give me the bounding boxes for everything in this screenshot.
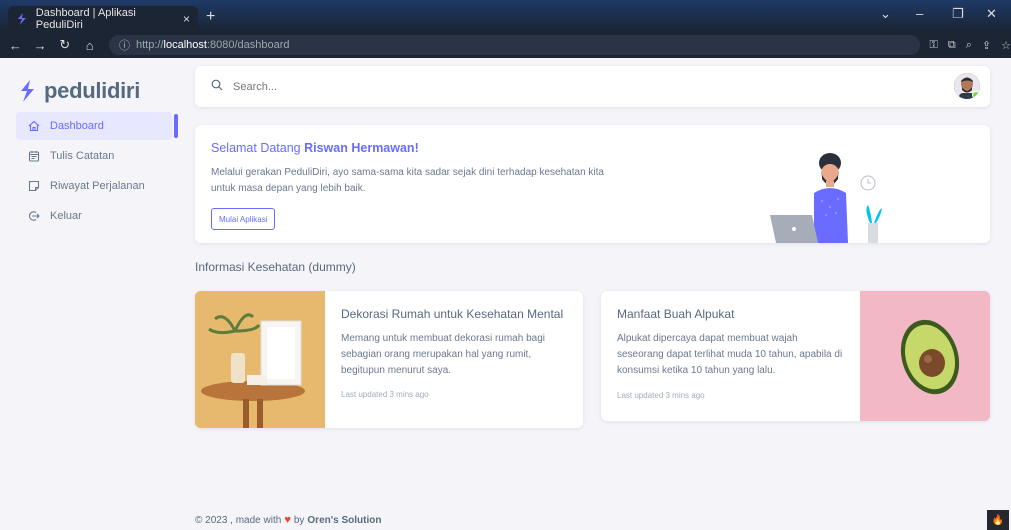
- forward-icon[interactable]: →: [31, 38, 50, 53]
- footer-text: © 2023 , made with: [195, 514, 282, 526]
- sidebar-item-dashboard[interactable]: Dashboard: [16, 112, 172, 140]
- search-icon: [211, 79, 223, 94]
- card-title[interactable]: Manfaat Buah Alpukat: [617, 308, 845, 321]
- sidebar-menu: Dashboard Tulis Catatan Riwayat Perjalan…: [16, 112, 172, 232]
- sidebar-item-label: Keluar: [50, 210, 82, 222]
- home-icon: [28, 120, 40, 132]
- site-info-icon[interactable]: ⓘ: [119, 37, 130, 53]
- card-text: Memang untuk membuat dekorasi rumah bagi…: [341, 333, 545, 376]
- new-tab-button[interactable]: +: [206, 8, 215, 26]
- top-navbar: [195, 66, 990, 107]
- welcome-user-name: Riswan Hermawan!: [304, 141, 419, 155]
- start-app-button[interactable]: Mulai Aplikasi: [211, 208, 276, 230]
- restore-icon[interactable]: ❐: [952, 6, 964, 22]
- section-title: Informasi Kesehatan (dummy): [195, 260, 356, 274]
- bookmark-star-icon[interactable]: ☆: [1001, 39, 1011, 52]
- tab-search-icon[interactable]: ⌄: [880, 6, 891, 22]
- zoom-icon[interactable]: ⌕: [966, 39, 972, 52]
- reload-icon[interactable]: ↻: [56, 37, 75, 53]
- url-path: :8080/dashboard: [206, 39, 290, 51]
- card-image: [860, 291, 990, 421]
- sidebar-item-tulis-catatan[interactable]: Tulis Catatan: [16, 142, 172, 170]
- welcome-text: Melalui gerakan PeduliDiri, ayo sama-sam…: [211, 167, 604, 194]
- footer-by: by: [293, 514, 305, 526]
- browser-tab[interactable]: Dashboard | Aplikasi PeduliDiri ×: [8, 6, 198, 32]
- footer-company-link[interactable]: Oren's Solution: [307, 515, 381, 526]
- card-updated: Last updated 3 mins ago: [341, 390, 429, 399]
- welcome-greeting: Selamat Datang: [211, 141, 305, 155]
- minimize-icon[interactable]: –: [916, 6, 923, 21]
- brand-logo-icon: [21, 80, 34, 102]
- health-info-card[interactable]: Manfaat Buah Alpukat Alpukat dipercaya d…: [601, 291, 990, 421]
- url-host: localhost: [163, 39, 207, 51]
- brand[interactable]: pedulidiri: [18, 78, 140, 104]
- avocado-image: [860, 291, 990, 421]
- sidebar-item-label: Riwayat Perjalanan: [50, 180, 145, 192]
- footer: © 2023 , made with ♥ by Oren's Solution: [195, 514, 381, 526]
- address-bar: ← → ↻ ⌂ ⓘ http://localhost:8080/dashboar…: [0, 32, 1011, 58]
- card-text: Alpukat dipercaya dapat membuat wajah se…: [617, 333, 843, 376]
- welcome-card: Selamat Datang Riswan Hermawan! Melalui …: [195, 125, 990, 243]
- url-field[interactable]: ⓘ http://localhost:8080/dashboard: [109, 35, 920, 55]
- key-icon[interactable]: ⚿: [930, 39, 938, 52]
- home-browser-icon[interactable]: ⌂: [80, 38, 99, 53]
- card-body: Dekorasi Rumah untuk Kesehatan Mental Me…: [341, 308, 569, 400]
- translate-icon[interactable]: ⧉: [948, 39, 956, 52]
- flame-icon[interactable]: 🔥: [987, 510, 1009, 530]
- card-image: [195, 291, 325, 428]
- url-prefix: http://: [136, 39, 164, 51]
- tab-close-icon[interactable]: ×: [183, 12, 190, 26]
- health-info-card[interactable]: Dekorasi Rumah untuk Kesehatan Mental Me…: [195, 291, 583, 428]
- home-decor-image: [195, 291, 325, 428]
- sidebar-item-label: Dashboard: [50, 120, 104, 132]
- card-updated: Last updated 3 mins ago: [617, 391, 705, 400]
- card-title[interactable]: Dekorasi Rumah untuk Kesehatan Mental: [341, 308, 569, 321]
- calendar-icon: [28, 151, 40, 162]
- back-icon[interactable]: ←: [6, 38, 25, 53]
- sidebar-item-riwayat-perjalanan[interactable]: Riwayat Perjalanan: [16, 172, 172, 200]
- favicon-icon: [17, 13, 26, 25]
- active-indicator: [174, 114, 178, 138]
- tab-title: Dashboard | Aplikasi PeduliDiri: [35, 7, 136, 31]
- welcome-heading: Selamat Datang Riswan Hermawan!: [211, 141, 419, 155]
- card-body: Manfaat Buah Alpukat Alpukat dipercaya d…: [617, 308, 845, 401]
- brand-name: pedulidiri: [44, 78, 141, 103]
- search-input[interactable]: [233, 80, 833, 93]
- online-status-dot: [972, 91, 980, 99]
- share-icon[interactable]: ⇪: [982, 39, 991, 52]
- avatar[interactable]: [954, 73, 980, 99]
- logout-icon: [29, 211, 40, 221]
- heart-icon: ♥: [284, 514, 291, 526]
- sidebar-item-label: Tulis Catatan: [50, 150, 115, 162]
- man-with-laptop-illustration: [770, 153, 882, 243]
- note-icon: [28, 180, 40, 192]
- window-close-icon[interactable]: ✕: [986, 6, 997, 22]
- sidebar-item-keluar[interactable]: Keluar: [16, 202, 172, 230]
- browser-tab-bar: Dashboard | Aplikasi PeduliDiri × + ⌄ – …: [0, 0, 1011, 32]
